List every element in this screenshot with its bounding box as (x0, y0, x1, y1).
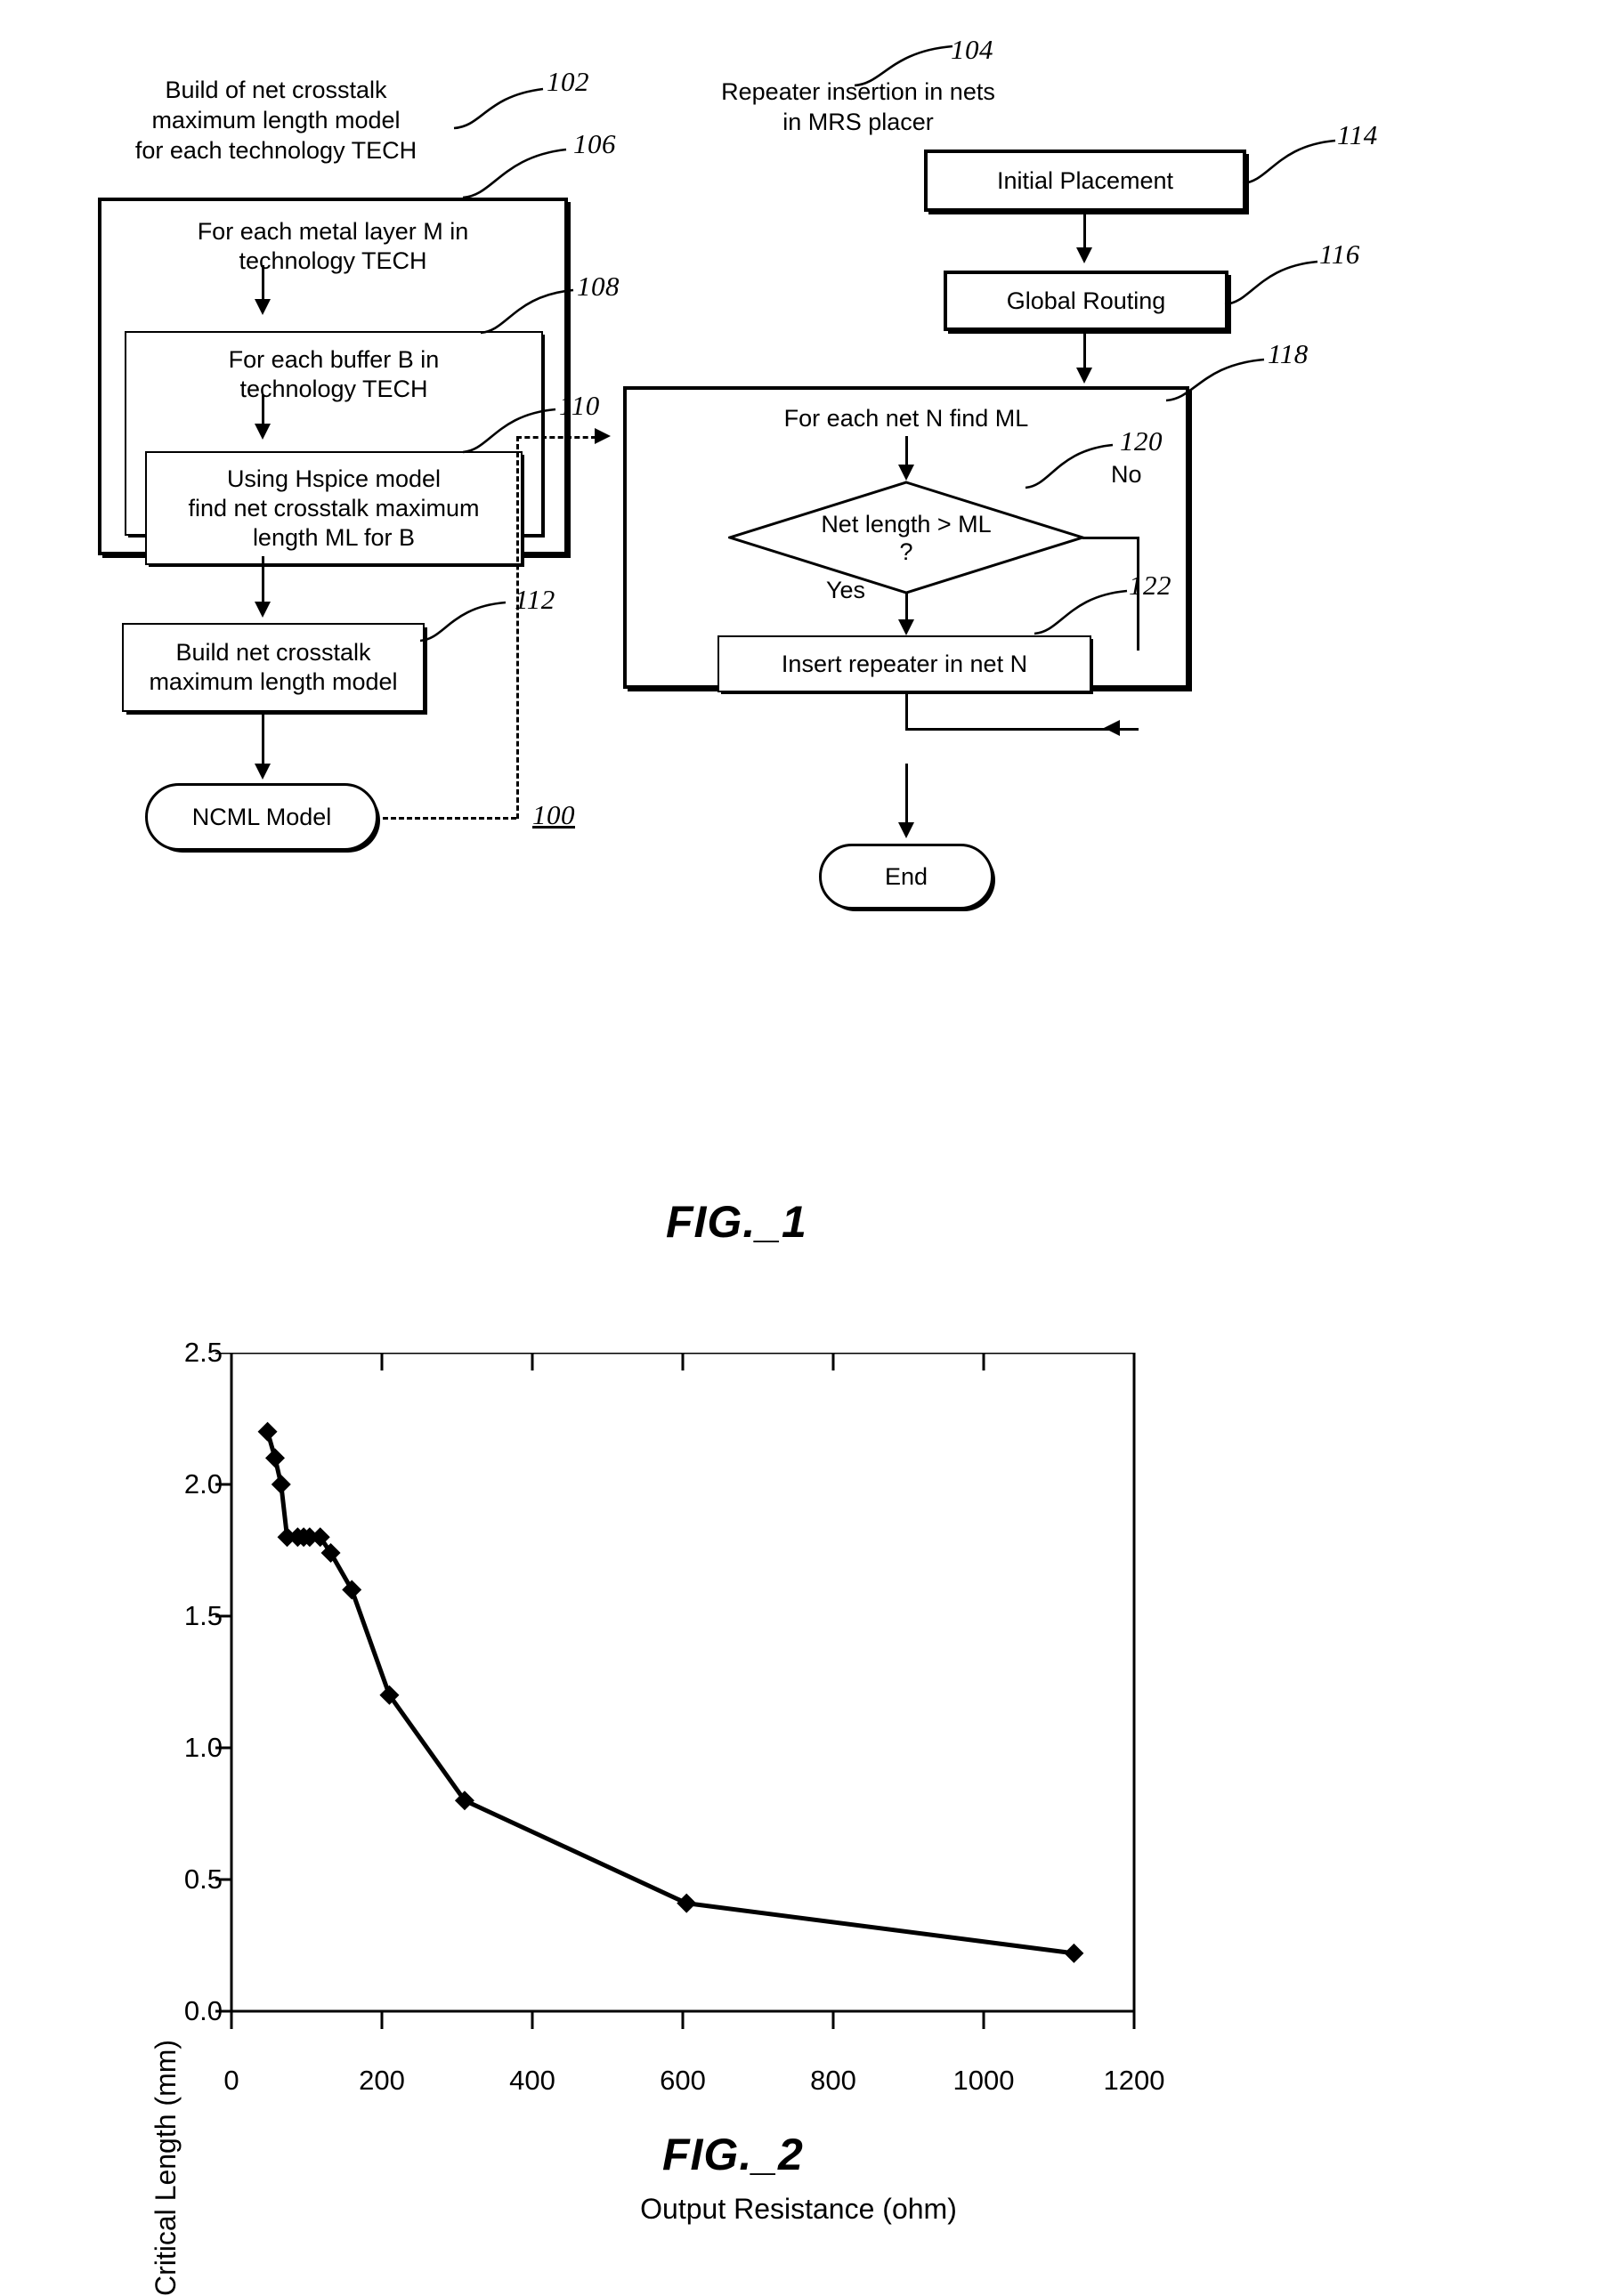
leader-line-116 (1224, 260, 1318, 306)
arrowhead-feedback-into-118 (595, 428, 611, 444)
arrowhead-118-to-120 (898, 465, 914, 481)
ref-number-108: 108 (577, 271, 620, 302)
chart-plot-area (215, 1353, 1136, 2029)
arrowhead-116-to-118 (1076, 368, 1092, 384)
figure-2-title: FIG._2 (662, 2130, 804, 2179)
ref-number-104: 104 (951, 34, 993, 65)
leader-line-122 (1034, 589, 1128, 635)
merge-vertical-from-122 (905, 694, 908, 730)
initial-placement-box-114: Initial Placement (924, 150, 1246, 212)
chart-x-axis-title: Output Resistance (ohm) (640, 2193, 957, 2225)
build-step-label: Build net crosstalk maximum length model (149, 639, 398, 695)
initial-placement-label: Initial Placement (996, 166, 1174, 194)
leader-line-106 (462, 148, 567, 199)
decision-diamond-120: Net length > ML ? (728, 481, 1084, 594)
figure-1-title: FIG._1 (666, 1197, 807, 1247)
dashed-feedback-horizontal-1 (383, 817, 516, 820)
ref-number-112: 112 (515, 584, 555, 615)
end-terminator: End (819, 844, 993, 910)
connector-106-to-108 (262, 265, 264, 303)
end-label: End (884, 862, 928, 890)
arrowhead-112-to-ncml (255, 764, 271, 780)
ncml-model-label: NCML Model (191, 803, 332, 830)
outer-loop-label: For each metal layer M in technology TEC… (197, 218, 469, 274)
connector-108-to-110 (262, 395, 264, 427)
connector-106-to-112 (262, 556, 264, 606)
ref-number-106: 106 (573, 128, 616, 159)
ref-number-122: 122 (1129, 570, 1171, 601)
arrowhead-108-to-110 (255, 424, 271, 440)
left-branch-caption: Build of net crosstalk maximum length mo… (134, 77, 417, 164)
dashed-feedback-vertical (516, 436, 519, 819)
global-routing-label: Global Routing (1006, 287, 1166, 314)
leader-line-118 (1165, 358, 1265, 402)
ref-number-120: 120 (1120, 425, 1163, 457)
decision-yes-label: Yes (826, 577, 866, 603)
arrowhead-yes-to-122 (898, 619, 914, 635)
arrowhead-118-to-end (898, 822, 914, 838)
connector-112-to-ncml (262, 713, 264, 768)
connector-118-to-end (905, 764, 908, 828)
ref-number-102: 102 (547, 66, 589, 97)
leader-line-112 (419, 601, 507, 643)
arrowhead-merge-left (1104, 720, 1120, 736)
ref-number-110: 110 (559, 390, 600, 421)
inner-step-box-110: Using Hspice model find net crosstalk ma… (145, 451, 523, 565)
arrowhead-106-to-108 (255, 299, 271, 315)
no-branch-horizontal (1082, 537, 1139, 539)
dashed-feedback-horizontal-2 (516, 436, 596, 439)
net-loop-label: For each net N find ML (783, 405, 1029, 432)
build-step-box-112: Build net crosstalk maximum length model (122, 623, 425, 712)
decision-label: Net length > ML ? (821, 511, 992, 565)
ref-number-118: 118 (1268, 338, 1309, 369)
figure-2-chart: Critical Length (mm) Output Resistance (… (0, 1337, 1597, 2296)
middle-loop-label: For each buffer B in technology TECH (228, 346, 440, 402)
arrowhead-106-to-112 (255, 602, 271, 618)
leader-line-108 (480, 288, 574, 335)
ncml-model-terminator: NCML Model (145, 783, 378, 851)
decision-no-label: No (1111, 461, 1142, 488)
arrowhead-114-to-116 (1076, 247, 1092, 263)
connector-118-to-120 (905, 436, 908, 468)
global-routing-box-116: Global Routing (944, 271, 1228, 331)
insert-repeater-label: Insert repeater in net N (781, 650, 1028, 677)
leader-line-114 (1242, 139, 1336, 185)
leader-line-102 (453, 87, 544, 130)
leader-line-120 (1025, 443, 1114, 489)
patent-figure-sheet: Build of net crosstalk maximum length mo… (0, 0, 1597, 2296)
insert-repeater-box-122: Insert repeater in net N (717, 635, 1091, 692)
ref-number-116: 116 (1319, 238, 1360, 270)
ref-number-100: 100 (532, 799, 575, 830)
inner-step-label: Using Hspice model find net crosstalk ma… (188, 465, 480, 551)
ref-number-114: 114 (1337, 119, 1378, 150)
